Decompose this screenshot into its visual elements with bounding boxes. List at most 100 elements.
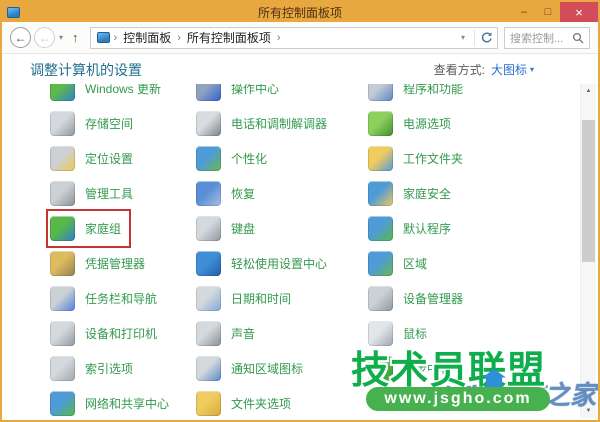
control-panel-item-10[interactable]: 管理工具 (48, 176, 141, 211)
control-panel-item-19[interactable]: 任务栏和导航 (48, 281, 165, 316)
folder-options-icon (196, 391, 221, 416)
breadcrumb-control-panel[interactable]: 控制面板 (119, 29, 175, 46)
control-panel-item-7[interactable]: 定位设置 (48, 141, 141, 176)
control-panel-item-29[interactable]: 文件夹选项 (194, 386, 299, 420)
control-panel-item-21[interactable]: 设备管理器 (366, 281, 471, 316)
scroll-up-icon[interactable]: ▲ (581, 84, 596, 98)
vertical-scrollbar[interactable]: ▲ ▼ (580, 84, 596, 418)
control-panel-item-26[interactable]: 通知区域图标 (194, 351, 311, 386)
item-label: 程序和功能 (403, 84, 463, 97)
breadcrumb-separator-icon: › (175, 32, 183, 44)
item-label: 键盘 (231, 220, 255, 237)
item-label: 家庭安全 (403, 185, 451, 202)
window-title: 所有控制面板项 (2, 4, 598, 21)
breadcrumb-separator-icon: › (112, 32, 120, 44)
address-dropdown-icon[interactable]: ▾ (457, 33, 469, 42)
item-label: 默认程序 (403, 220, 451, 237)
personalization-icon (196, 146, 221, 171)
titlebar: 所有控制面板项 – □ × (2, 2, 598, 22)
control-panel-item-17[interactable]: 轻松使用设置中心 (194, 246, 335, 281)
administrative-tools-icon (50, 181, 75, 206)
watermark-url: www.jsgho.com (384, 390, 531, 408)
action-center-icon (196, 84, 221, 101)
phone-and-modem-icon (196, 111, 221, 136)
item-label: 设备管理器 (403, 290, 463, 307)
location-settings-icon (50, 146, 75, 171)
control-panel-item-20[interactable]: 日期和时间 (194, 281, 299, 316)
recovery-icon (196, 181, 221, 206)
view-by-label: 查看方式: (434, 61, 485, 78)
control-panel-item-16[interactable]: 凭据管理器 (48, 246, 153, 281)
view-by-control: 查看方式: 大图标 ▾ (434, 61, 534, 78)
search-input[interactable]: 搜索控制... (504, 27, 590, 49)
control-panel-item-2[interactable]: 操作中心 (194, 84, 287, 106)
item-label: 索引选项 (85, 360, 133, 377)
item-label: 定位设置 (85, 150, 133, 167)
history-dropdown-icon[interactable]: ▾ (55, 33, 67, 42)
control-panel-item-6[interactable]: 电源选项 (366, 106, 459, 141)
control-panel-item-13[interactable]: 家庭组 (48, 211, 129, 246)
credential-manager-icon (50, 251, 75, 276)
search-placeholder: 搜索控制... (510, 30, 572, 46)
control-panel-item-3[interactable]: 程序和功能 (366, 84, 471, 106)
control-panel-item-4[interactable]: 存储空间 (48, 106, 141, 141)
control-panel-item-8[interactable]: 个性化 (194, 141, 275, 176)
item-label: 电源选项 (403, 115, 451, 132)
close-button[interactable]: × (560, 2, 598, 22)
item-label: 文件夹选项 (231, 395, 291, 412)
item-label: 通知区域图标 (231, 360, 303, 377)
control-panel-item-25[interactable]: 索引选项 (48, 351, 141, 386)
control-panel-item-15[interactable]: 默认程序 (366, 211, 459, 246)
control-panel-item-28[interactable]: 网络和共享中心 (48, 386, 177, 420)
item-label: 家庭组 (85, 220, 121, 237)
item-label: 声音 (231, 325, 255, 342)
breadcrumb-separator-icon: › (275, 32, 283, 44)
control-panel-item-11[interactable]: 恢复 (194, 176, 263, 211)
ease-of-access-icon (196, 251, 221, 276)
search-icon (572, 32, 584, 44)
homegroup-icon (50, 216, 75, 241)
region-icon (368, 251, 393, 276)
back-button[interactable]: ← (10, 27, 31, 48)
default-programs-icon (368, 216, 393, 241)
windows-update-icon (50, 84, 75, 101)
breadcrumb-all-items[interactable]: 所有控制面板项 (183, 29, 275, 46)
control-panel-item-1[interactable]: Windows 更新 (48, 84, 169, 106)
item-label: 轻松使用设置中心 (231, 255, 327, 272)
item-label: 设备和打印机 (85, 325, 157, 342)
watermark-url-bar: www.jsgho.com (366, 387, 550, 411)
view-by-value[interactable]: 大图标 (491, 61, 527, 78)
devices-and-printers-icon (50, 321, 75, 346)
control-panel-window: 所有控制面板项 – □ × ← ← ▾ ↑ › 控制面板 › 所有控制面板项 ›… (0, 0, 600, 422)
minimize-button[interactable]: – (512, 2, 536, 22)
date-and-time-icon (196, 286, 221, 311)
forward-button[interactable]: ← (34, 27, 55, 48)
control-panel-item-5[interactable]: 电话和调制解调器 (194, 106, 335, 141)
scrollbar-thumb[interactable] (582, 120, 595, 262)
sound-icon (196, 321, 221, 346)
view-by-caret-icon[interactable]: ▾ (530, 65, 534, 74)
item-label: 网络和共享中心 (85, 395, 169, 412)
work-folders-icon (368, 146, 393, 171)
up-button[interactable]: ↑ (67, 30, 84, 45)
refresh-icon[interactable] (480, 31, 493, 44)
item-label: Windows 更新 (85, 84, 161, 97)
indexing-options-icon (50, 356, 75, 381)
window-controls: – □ × (512, 2, 598, 22)
network-and-sharing-center-icon (50, 391, 75, 416)
item-label: 区域 (403, 255, 427, 272)
control-panel-item-9[interactable]: 工作文件夹 (366, 141, 471, 176)
item-label: 日期和时间 (231, 290, 291, 307)
control-panel-item-14[interactable]: 键盘 (194, 211, 263, 246)
control-panel-item-18[interactable]: 区域 (366, 246, 435, 281)
navigation-bar: ← ← ▾ ↑ › 控制面板 › 所有控制面板项 › ▾ 搜索控制... (2, 22, 598, 54)
control-panel-item-22[interactable]: 设备和打印机 (48, 316, 165, 351)
control-panel-item-23[interactable]: 声音 (194, 316, 263, 351)
item-label: 电话和调制解调器 (231, 115, 327, 132)
content-header: 调整计算机的设置 查看方式: 大图标 ▾ (2, 55, 580, 84)
item-label: 存储空间 (85, 115, 133, 132)
maximize-button[interactable]: □ (536, 2, 560, 22)
page-title: 调整计算机的设置 (30, 60, 142, 80)
control-panel-item-12[interactable]: 家庭安全 (366, 176, 459, 211)
address-bar[interactable]: › 控制面板 › 所有控制面板项 › ▾ (90, 27, 498, 49)
